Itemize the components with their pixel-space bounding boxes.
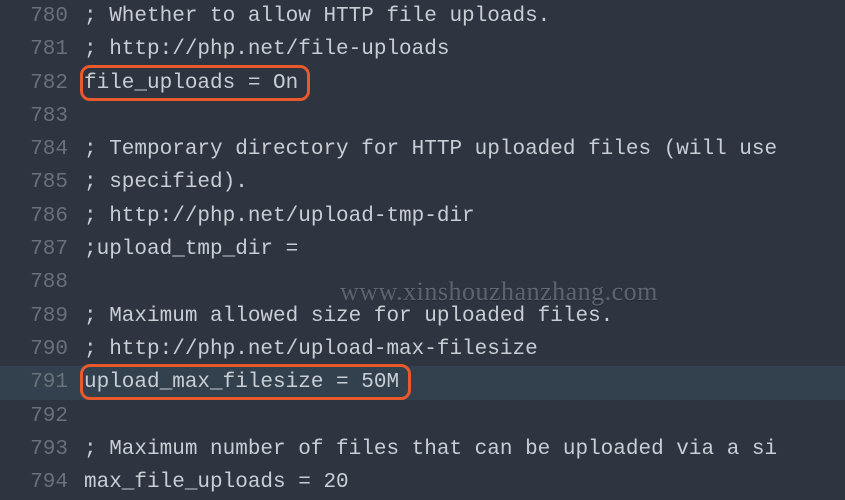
line-text[interactable]: ; Temporary directory for HTTP uploaded … <box>74 133 777 166</box>
line-number: 785 <box>0 166 74 199</box>
line-text[interactable]: max_file_uploads = 20 <box>74 466 349 499</box>
line-number: 790 <box>0 333 74 366</box>
code-line[interactable]: 792 <box>0 400 845 433</box>
line-number: 782 <box>0 67 74 100</box>
code-line[interactable]: 781; http://php.net/file-uploads <box>0 33 845 66</box>
code-line[interactable]: 789; Maximum allowed size for uploaded f… <box>0 300 845 333</box>
line-text[interactable]: ; http://php.net/file-uploads <box>74 33 449 66</box>
code-line[interactable]: 783 <box>0 100 845 133</box>
line-number: 794 <box>0 466 74 499</box>
line-text[interactable]: ; Maximum allowed size for uploaded file… <box>74 300 613 333</box>
code-line[interactable]: 784; Temporary directory for HTTP upload… <box>0 133 845 166</box>
code-line[interactable]: 793; Maximum number of files that can be… <box>0 433 845 466</box>
code-line[interactable]: 787;upload_tmp_dir = <box>0 233 845 266</box>
code-line[interactable]: 794max_file_uploads = 20 <box>0 466 845 499</box>
line-text[interactable]: ; http://php.net/upload-max-filesize <box>74 333 538 366</box>
line-number: 784 <box>0 133 74 166</box>
code-line[interactable]: 788 <box>0 266 845 299</box>
line-text[interactable]: file_uploads = On <box>74 67 298 100</box>
line-number: 787 <box>0 233 74 266</box>
line-number: 786 <box>0 200 74 233</box>
line-text[interactable]: ; specified). <box>74 166 248 199</box>
line-number: 781 <box>0 33 74 66</box>
line-text[interactable]: ; Whether to allow HTTP file uploads. <box>74 0 550 33</box>
code-line[interactable]: 785; specified). <box>0 166 845 199</box>
line-text[interactable]: upload_max_filesize = 50M <box>74 366 399 399</box>
line-number: 789 <box>0 300 74 333</box>
code-line[interactable]: 780; Whether to allow HTTP file uploads. <box>0 0 845 33</box>
code-lines: 780; Whether to allow HTTP file uploads.… <box>0 0 845 499</box>
line-number: 780 <box>0 0 74 33</box>
code-line[interactable]: 786; http://php.net/upload-tmp-dir <box>0 200 845 233</box>
line-number: 792 <box>0 400 74 433</box>
code-line[interactable]: 782file_uploads = On <box>0 67 845 100</box>
line-text[interactable]: ; Maximum number of files that can be up… <box>74 433 777 466</box>
code-editor[interactable]: 780; Whether to allow HTTP file uploads.… <box>0 0 845 500</box>
code-line[interactable]: 791upload_max_filesize = 50M <box>0 366 845 399</box>
line-number: 788 <box>0 266 74 299</box>
line-text[interactable]: ;upload_tmp_dir = <box>74 233 298 266</box>
line-text[interactable]: ; http://php.net/upload-tmp-dir <box>74 200 475 233</box>
line-number: 791 <box>0 366 74 399</box>
line-number: 783 <box>0 100 74 133</box>
line-number: 793 <box>0 433 74 466</box>
code-line[interactable]: 790; http://php.net/upload-max-filesize <box>0 333 845 366</box>
